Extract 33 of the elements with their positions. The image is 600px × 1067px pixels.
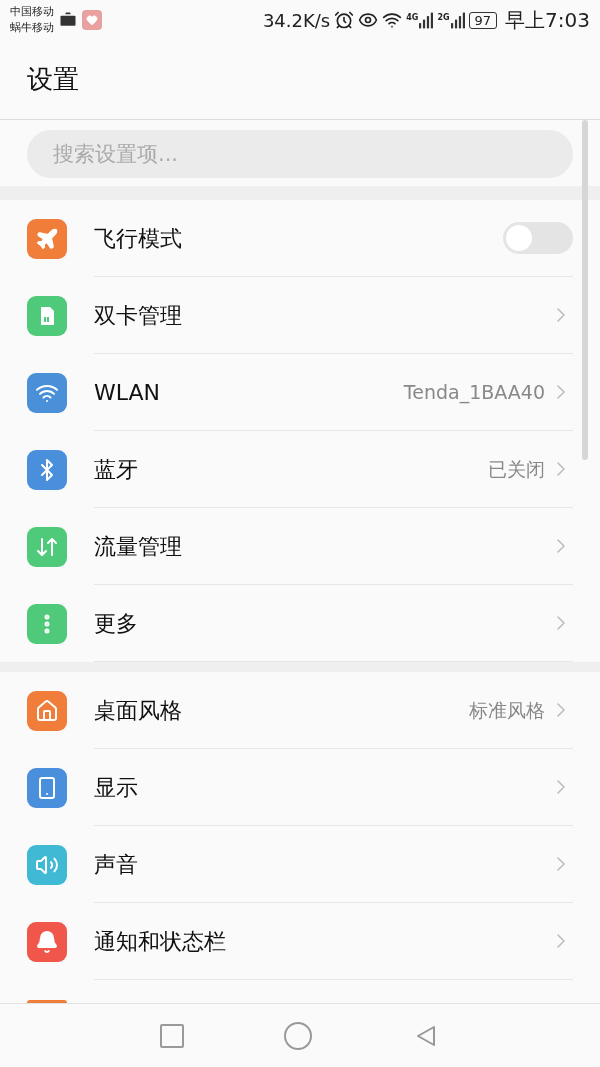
briefcase-icon <box>58 10 78 30</box>
network-speed: 34.2K/s <box>262 8 331 33</box>
setting-icon <box>27 1000 67 1003</box>
network-type: 4G <box>406 11 419 24</box>
setting-value: 标准风格 <box>469 697 545 723</box>
battery-level: 97 <box>468 11 498 29</box>
setting-label[interactable]: 显示 <box>94 770 549 804</box>
network-type: 2G <box>437 11 450 24</box>
alarm-icon <box>334 10 355 30</box>
wifi-icon <box>382 10 403 30</box>
setting-label[interactable]: 蓝牙 <box>94 452 488 486</box>
recents-button[interactable] <box>160 1023 184 1048</box>
signal-icon <box>419 11 434 29</box>
home-button[interactable] <box>284 1021 312 1050</box>
setting-label[interactable]: 更多 <box>94 606 549 640</box>
setting-value: Tenda_1BAA40 <box>403 379 545 406</box>
setting-label[interactable]: 桌面风格 <box>94 693 469 727</box>
setting-label[interactable]: 飞行模式 <box>94 221 503 255</box>
setting-label[interactable]: 流量管理 <box>94 529 549 563</box>
page-title: 设置 <box>27 63 79 96</box>
setting-label[interactable]: 双卡管理 <box>94 298 549 332</box>
search-field[interactable]: 搜索设置项... <box>27 130 573 178</box>
eye-icon <box>358 10 379 30</box>
clock: 早上7:03 <box>505 7 590 34</box>
setting-label[interactable]: 声音 <box>94 847 549 881</box>
setting-value: 已关闭 <box>488 456 545 482</box>
setting-label[interactable]: 通知和状态栏 <box>94 924 549 958</box>
carrier-name: 蜗牛移动 <box>10 20 54 36</box>
setting-label[interactable]: WLAN <box>94 375 404 409</box>
signal-icon <box>450 11 465 29</box>
health-app-icon <box>82 10 102 30</box>
toggle-switch[interactable] <box>503 222 573 254</box>
carrier-name: 中国移动 <box>10 4 54 20</box>
